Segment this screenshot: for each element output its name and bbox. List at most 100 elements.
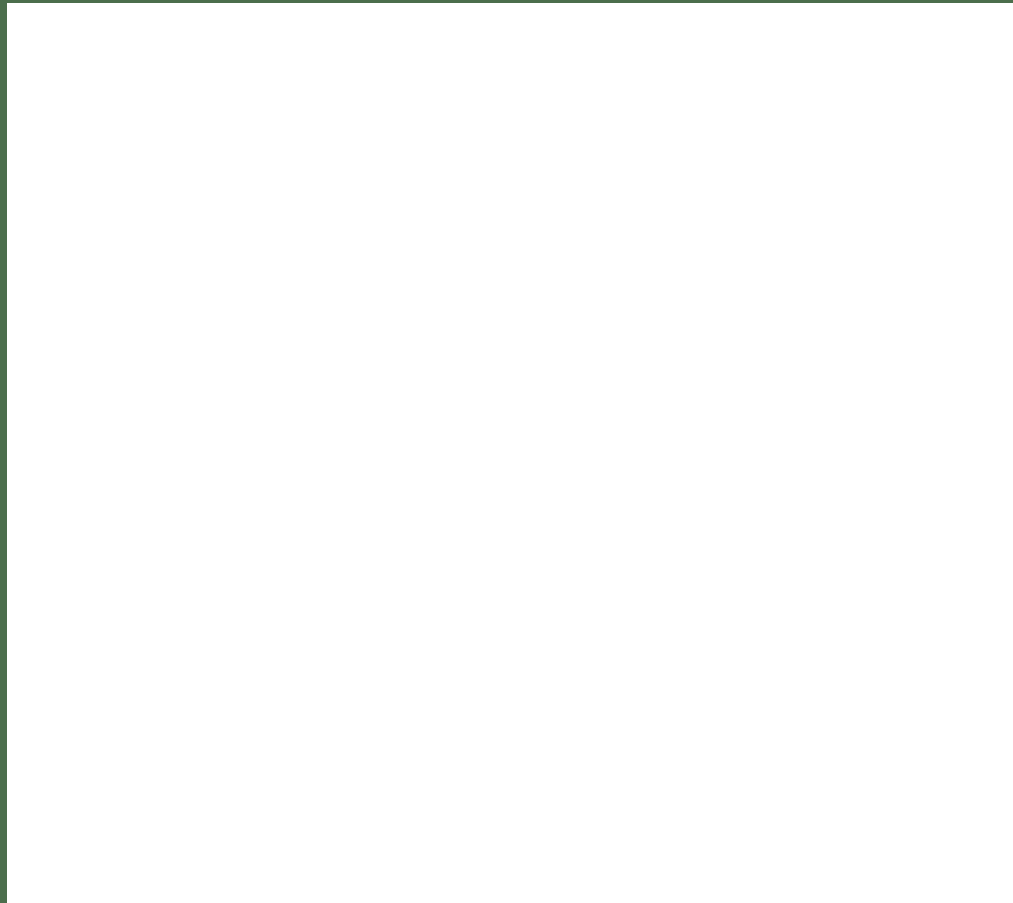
- line-style-select[interactable]: ▼: [143, 504, 193, 521]
- menu-item-tools[interactable]: Tools: [296, 487, 318, 498]
- drawing-canvas[interactable]: D = 120 in 2 251 253 253A Stair doors to…: [36, 547, 554, 883]
- line-width-value: 0.0: [899, 40, 915, 53]
- chevron-right-icon: ❯: [659, 94, 668, 106]
- menu-item-edit[interactable]: Edit: [718, 12, 740, 26]
- room-label-stair-251: STAIR 251: [74, 771, 145, 787]
- red-markup-line1: Stair doors to be fire: [118, 606, 253, 623]
- bottom-toolbar: ▼ Line: ▲ ▼ 100% ▼ ▲ ▼ 0.00 pt End: ▼ Fi…: [14, 501, 554, 525]
- menu-item-help[interactable]: Help: [394, 487, 414, 498]
- width-stepper[interactable]: ▲ ▼: [857, 38, 871, 55]
- line-width-field[interactable]: ▲ ▼ 0.00 pt: [197, 504, 254, 521]
- markup-tool-icon: [613, 40, 627, 54]
- tool-chest-section-general-measurements[interactable]: ⌄ General Measurements: [650, 145, 925, 175]
- opacity-stepper[interactable]: ▲ ▼: [92, 505, 103, 520]
- chevron-down-icon[interactable]: ▼: [726, 73, 735, 83]
- end-label: End:: [258, 507, 276, 518]
- opacity-stepper[interactable]: ▲ ▼: [708, 38, 722, 55]
- fill-opacity-value: 40%: [381, 507, 399, 518]
- room-label-electrical-num: 253: [220, 767, 244, 783]
- text-format-icon: A: [539, 504, 549, 522]
- pen-icon[interactable]: [18, 791, 33, 806]
- bottom-side-rail: [14, 547, 36, 883]
- tool-chest-title-row[interactable]: Tool Chest ▼: [650, 70, 925, 85]
- bookmarks-icon[interactable]: [611, 128, 630, 147]
- menu-item-view[interactable]: View: [145, 487, 165, 498]
- line-color-button[interactable]: [68, 504, 86, 521]
- bookmarks-icon[interactable]: [18, 599, 33, 614]
- tab-bar: Markups* ✕: [14, 525, 554, 547]
- select-tool-button[interactable]: ▼: [17, 504, 41, 522]
- fill-opacity-field[interactable]: ▲ ▼ 40%: [355, 504, 403, 521]
- gear-icon[interactable]: [18, 623, 33, 638]
- file-cabinet-icon[interactable]: [611, 68, 630, 87]
- tab-rail: [14, 525, 36, 547]
- text-format-button[interactable]: A: [536, 504, 551, 522]
- svg-text:2: 2: [108, 875, 115, 883]
- solid-line-icon: [783, 46, 833, 47]
- file-cabinet-icon[interactable]: [19, 527, 32, 545]
- chevron-down-icon: ▼: [522, 509, 528, 516]
- search-icon[interactable]: [18, 863, 33, 878]
- markup-document-window: Revu File Edit View Document Batch Tools…: [14, 483, 554, 883]
- layers-icon[interactable]: [18, 647, 33, 662]
- red-markup-line2: rated assemblies, typ.: [118, 624, 264, 641]
- thumbnails-grid-icon[interactable]: [18, 575, 33, 590]
- line-color-button[interactable]: [677, 37, 700, 56]
- room-label-reception: RECEPTION 255: [372, 641, 485, 657]
- toolbox-icon[interactable]: [18, 671, 33, 686]
- font-size-value: 14: [509, 507, 520, 518]
- measure-icon[interactable]: [18, 743, 33, 758]
- markups-list-icon[interactable]: [18, 767, 33, 782]
- menu-item-revu[interactable]: Revu: [617, 12, 646, 26]
- menu-item-document[interactable]: Document: [186, 487, 229, 498]
- room-label-lobby: LOBBY 256: [388, 858, 467, 874]
- tool-chest-section-my-tools[interactable]: ❯ My Tools: [650, 85, 925, 115]
- tag-icon[interactable]: [18, 815, 33, 830]
- thumbnails-grid-icon[interactable]: [611, 98, 630, 117]
- svg-text:A: A: [540, 508, 546, 517]
- file-cabinet-icon[interactable]: [18, 551, 33, 566]
- line-width-field[interactable]: ▲ ▼ 0.0: [856, 37, 921, 56]
- font-size-select[interactable]: 14 ▼: [505, 504, 532, 521]
- flat-end-icon: [284, 512, 294, 513]
- close-icon[interactable]: ✕: [92, 531, 100, 542]
- floor-plan-drawing: D = 120 in 2 251 253 253A Stair doors to…: [36, 547, 554, 883]
- tool-chest-section-recent-tools[interactable]: ❯ Recent Tools: [650, 115, 925, 145]
- select-tool-icon: [19, 504, 30, 522]
- width-stepper[interactable]: ▲ ▼: [198, 505, 210, 520]
- menu-item-file[interactable]: File: [71, 487, 86, 498]
- end-style-select[interactable]: ▼: [280, 504, 310, 521]
- fill-color-button[interactable]: [332, 504, 350, 521]
- menu-item-edit[interactable]: Edit: [108, 487, 124, 498]
- callout-line2: will fit in this chase: [189, 676, 302, 691]
- print-icon[interactable]: [18, 839, 33, 854]
- line-opacity-field[interactable]: ▲ ▼ 100%: [90, 504, 139, 521]
- green-measurement-text: D = 120 in: [294, 592, 358, 608]
- line-label: Line:: [647, 40, 671, 53]
- menu-item-batch[interactable]: Batch: [251, 487, 275, 498]
- layers-icon[interactable]: [611, 158, 630, 177]
- svg-text:LG: LG: [508, 169, 519, 178]
- chevron-down-icon: ▼: [628, 41, 637, 51]
- callout-line1: Verify all ducting: [190, 657, 288, 672]
- chevron-down-icon: ⌄: [659, 154, 668, 166]
- line-opacity-field[interactable]: ▲ ▼ 100%: [706, 37, 772, 56]
- markup-tool-button[interactable]: ▼: [609, 37, 640, 56]
- tab-markups[interactable]: Markups* ✕: [36, 525, 110, 547]
- door-tag-251: 251: [95, 703, 109, 712]
- document-area: D = 120 in 2 251 253 253A Stair doors to…: [14, 547, 554, 883]
- menu-item-window[interactable]: Window: [339, 487, 373, 498]
- reception-anchor-point: [363, 644, 369, 650]
- menu-item-view[interactable]: View: [766, 12, 793, 26]
- menu-item-revu[interactable]: Revu: [28, 487, 50, 498]
- menu-item-document[interactable]: Document: [819, 12, 876, 26]
- signature-icon[interactable]: [18, 719, 33, 734]
- stamp-icon[interactable]: [18, 695, 33, 710]
- menu-item-file[interactable]: File: [672, 12, 692, 26]
- void-label: VOID: [345, 766, 357, 805]
- font-label: Font:: [408, 507, 428, 518]
- menu-item-batch[interactable]: Batch: [902, 12, 925, 26]
- font-family-select[interactable]: Helvetica ▼: [432, 504, 501, 521]
- line-style-select[interactable]: ▼: [778, 37, 849, 56]
- fill-opacity-stepper[interactable]: ▲ ▼: [356, 505, 367, 520]
